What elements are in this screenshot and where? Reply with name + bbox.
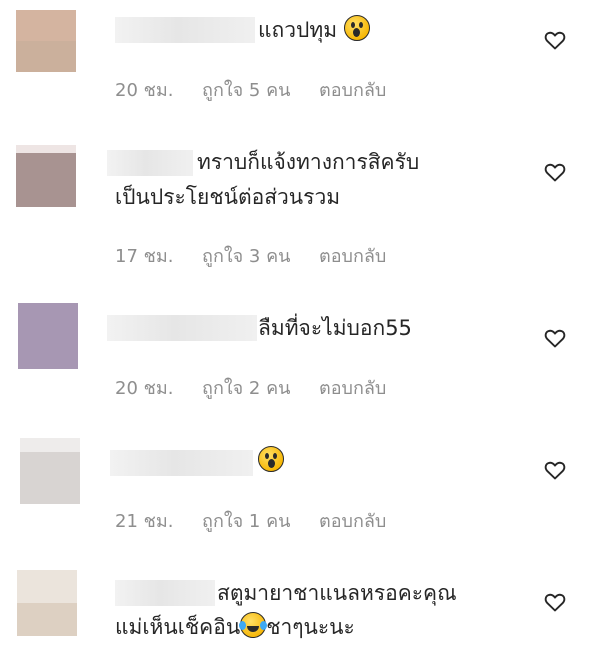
comment-text-line: ชาๆนะนะ (266, 615, 355, 639)
heart-outline-icon[interactable] (543, 326, 567, 350)
hushed-face-icon (258, 446, 284, 472)
reply-link[interactable]: ตอบกลับ (319, 378, 386, 399)
likes-count-link[interactable]: ถูกใจ 5 คน (202, 80, 290, 101)
comment-text-line: เป็นประโยชน์ต่อส่วนรวม (115, 185, 341, 209)
avatar[interactable] (18, 303, 78, 369)
avatar[interactable] (16, 10, 76, 72)
hushed-face-icon (343, 15, 370, 41)
username-blurred[interactable] (107, 315, 257, 341)
avatar[interactable] (17, 570, 77, 636)
comment-meta: 20 ชม. ถูกใจ 5 คน ตอบกลับ (115, 75, 386, 104)
avatar[interactable] (20, 438, 80, 504)
reply-link[interactable]: ตอบกลับ (319, 511, 386, 532)
comment-time: 20 ชม. (115, 378, 174, 399)
comment-text-line: แม่เห็นเช็คอิน (115, 615, 241, 639)
comment-meta: 21 ชม. ถูกใจ 1 คน ตอบกลับ (115, 506, 386, 535)
avatar[interactable] (16, 145, 76, 207)
comment-text-line: ลืมที่จะไม่บอก55 (258, 316, 412, 340)
username-blurred[interactable] (115, 580, 215, 606)
likes-count-link[interactable]: ถูกใจ 2 คน (202, 378, 290, 399)
heart-outline-icon[interactable] (543, 590, 567, 614)
username-blurred[interactable] (115, 17, 255, 43)
comment-text: ลืมที่จะไม่บอก55 (258, 311, 412, 346)
comment-text (258, 444, 284, 479)
comment-text: สตูมายาชาแนลหรอคะคุณ (217, 576, 457, 611)
heart-outline-icon[interactable] (543, 458, 567, 482)
comment-text: แม่เห็นเช็คอิน ชาๆนะนะ (115, 610, 355, 645)
comment-text: เป็นประโยชน์ต่อส่วนรวม (115, 180, 340, 215)
reply-link[interactable]: ตอบกลับ (319, 246, 386, 267)
heart-outline-icon[interactable] (543, 160, 567, 184)
comment-meta: 20 ชม. ถูกใจ 2 คน ตอบกลับ (115, 373, 386, 402)
likes-count-link[interactable]: ถูกใจ 3 คน (202, 246, 290, 267)
comment-time: 20 ชม. (115, 80, 174, 101)
likes-count-link[interactable]: ถูกใจ 1 คน (202, 511, 290, 532)
reply-link[interactable]: ตอบกลับ (319, 80, 386, 101)
username-blurred[interactable] (110, 450, 253, 476)
comment-text: แถวปทุม (258, 13, 370, 48)
comment-time: 21 ชม. (115, 511, 174, 532)
comment-text-line: แถวปทุม (258, 18, 338, 42)
username-blurred[interactable] (107, 150, 193, 176)
comment-text-line: สตูมายาชาแนลหรอคะคุณ (217, 581, 457, 605)
face-with-tears-of-joy-icon (239, 612, 268, 638)
comment-text-line: ทราบก็แจ้งทางการสิครับ (197, 150, 420, 174)
heart-outline-icon[interactable] (543, 28, 567, 52)
comment-text: ทราบก็แจ้งทางการสิครับ (197, 145, 419, 180)
comment-time: 17 ชม. (115, 246, 174, 267)
comment-meta: 17 ชม. ถูกใจ 3 คน ตอบกลับ (115, 241, 386, 270)
